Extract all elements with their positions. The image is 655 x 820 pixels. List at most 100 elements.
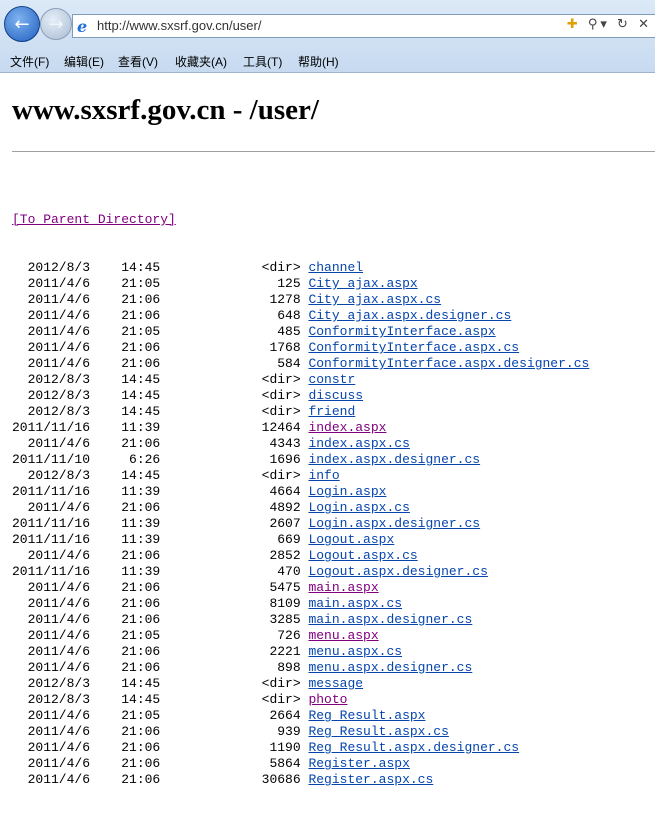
listing-row: 2011/11/16 11:39 4664 Login.aspx: [12, 484, 589, 500]
entry-meta: 2012/8/3 14:45 <dir>: [12, 372, 309, 387]
file-link[interactable]: Login.aspx: [308, 484, 386, 499]
directory-link[interactable]: info: [308, 468, 339, 483]
listing-row: 2011/4/6 21:05 125 City_ajax.aspx: [12, 276, 589, 292]
file-link[interactable]: Logout.aspx.designer.cs: [308, 564, 487, 579]
file-link[interactable]: Register.aspx.cs: [308, 772, 433, 787]
entry-meta: 2012/8/3 14:45 <dir>: [12, 260, 309, 275]
entry-meta: 2011/4/6 21:06 1190: [12, 740, 309, 755]
entry-meta: 2011/4/6 21:05 125: [12, 276, 309, 291]
directory-link[interactable]: discuss: [308, 388, 363, 403]
listing-row: 2012/8/3 14:45 <dir> info: [12, 468, 589, 484]
file-link[interactable]: Reg_Result.aspx.designer.cs: [308, 740, 519, 755]
menu-file[interactable]: 文件(F): [10, 53, 49, 70]
file-link[interactable]: Login.aspx.designer.cs: [308, 516, 480, 531]
entry-meta: 2011/4/6 21:06 2852: [12, 548, 309, 563]
entry-meta: 2011/4/6 21:06 4892: [12, 500, 309, 515]
listing-row: 2011/4/6 21:06 4343 index.aspx.cs: [12, 436, 589, 452]
directory-link[interactable]: message: [308, 676, 363, 691]
file-link[interactable]: main.aspx: [308, 580, 378, 595]
file-link[interactable]: Reg_Result.aspx: [308, 708, 425, 723]
file-link[interactable]: index.aspx.cs: [308, 436, 409, 451]
address-bar[interactable]: e http://www.sxsrf.gov.cn/user/ ✚ ⚲▾ ↻ ✕: [72, 14, 655, 38]
listing-row: 2011/4/6 21:06 3285 main.aspx.designer.c…: [12, 612, 589, 628]
listing-row: 2011/4/6 21:06 648 City_ajax.aspx.design…: [12, 308, 589, 324]
entry-meta: 2011/4/6 21:06 1278: [12, 292, 309, 307]
divider: [12, 151, 655, 152]
menu-edit[interactable]: 编辑(E): [64, 53, 104, 70]
file-link[interactable]: Login.aspx.cs: [308, 500, 409, 515]
directory-link[interactable]: photo: [308, 692, 347, 707]
listing-row: 2011/11/16 11:39 2607 Login.aspx.designe…: [12, 516, 589, 532]
entry-meta: 2011/11/16 11:39 470: [12, 564, 309, 579]
back-arrow-icon: ←: [14, 13, 30, 35]
listing-row: 2011/4/6 21:06 1768 ConformityInterface.…: [12, 340, 589, 356]
entry-meta: 2012/8/3 14:45 <dir>: [12, 404, 309, 419]
refresh-icon[interactable]: ↻: [617, 17, 631, 32]
entry-meta: 2012/8/3 14:45 <dir>: [12, 676, 309, 691]
listing-row: 2011/4/6 21:06 5475 main.aspx: [12, 580, 589, 596]
entry-meta: 2011/4/6 21:05 726: [12, 628, 309, 643]
listing-row: 2011/4/6 21:06 1278 City_ajax.aspx.cs: [12, 292, 589, 308]
address-url[interactable]: http://www.sxsrf.gov.cn/user/: [97, 18, 261, 33]
listing-row: 2012/8/3 14:45 <dir> photo: [12, 692, 589, 708]
directory-link[interactable]: channel: [308, 260, 363, 275]
entry-meta: 2011/11/16 11:39 669: [12, 532, 309, 547]
entry-meta: 2011/4/6 21:05 2664: [12, 708, 309, 723]
file-link[interactable]: Reg_Result.aspx.cs: [308, 724, 448, 739]
menu-help[interactable]: 帮助(H): [298, 53, 339, 70]
entry-meta: 2011/4/6 21:06 584: [12, 356, 309, 371]
entry-meta: 2011/4/6 21:06 1768: [12, 340, 309, 355]
file-link[interactable]: Register.aspx: [308, 756, 409, 771]
entry-meta: 2011/11/10 6:26 1696: [12, 452, 309, 467]
file-link[interactable]: Logout.aspx.cs: [308, 548, 417, 563]
entry-meta: 2012/8/3 14:45 <dir>: [12, 468, 309, 483]
listing-row: 2011/4/6 21:05 485 ConformityInterface.a…: [12, 324, 589, 340]
search-icon[interactable]: ⚲▾: [588, 17, 610, 32]
file-link[interactable]: Logout.aspx: [308, 532, 394, 547]
listing-row: 2011/11/10 6:26 1696 index.aspx.designer…: [12, 452, 589, 468]
compatibility-view-icon[interactable]: ✚: [567, 17, 581, 32]
menu-favorites[interactable]: 收藏夹(A): [175, 53, 227, 70]
entry-meta: 2011/4/6 21:06 8109: [12, 596, 309, 611]
address-tools: ✚ ⚲▾ ↻ ✕: [567, 17, 652, 32]
file-link[interactable]: menu.aspx.cs: [308, 644, 402, 659]
entry-meta: 2011/4/6 21:06 939: [12, 724, 309, 739]
file-link[interactable]: index.aspx.designer.cs: [308, 452, 480, 467]
listing-row: 2012/8/3 14:45 <dir> message: [12, 676, 589, 692]
file-link[interactable]: menu.aspx: [308, 628, 378, 643]
parent-directory-link[interactable]: [To Parent Directory]: [12, 212, 176, 227]
file-link[interactable]: menu.aspx.designer.cs: [308, 660, 472, 675]
file-link[interactable]: City_ajax.aspx.cs: [308, 292, 441, 307]
file-link[interactable]: City_ajax.aspx: [308, 276, 417, 291]
stop-icon[interactable]: ✕: [638, 17, 652, 32]
listing-row: 2012/8/3 14:45 <dir> constr: [12, 372, 589, 388]
listing-row: 2011/4/6 21:06 2852 Logout.aspx.cs: [12, 548, 589, 564]
file-link[interactable]: ConformityInterface.aspx: [308, 324, 495, 339]
listing-row: 2011/11/16 11:39 12464 index.aspx: [12, 420, 589, 436]
directory-link[interactable]: friend: [308, 404, 355, 419]
listing-row: 2011/11/16 11:39 669 Logout.aspx: [12, 532, 589, 548]
file-link[interactable]: City_ajax.aspx.designer.cs: [308, 308, 511, 323]
file-link[interactable]: index.aspx: [308, 420, 386, 435]
file-link[interactable]: main.aspx.cs: [308, 596, 402, 611]
entry-meta: 2011/4/6 21:06 898: [12, 660, 309, 675]
entry-meta: 2011/4/6 21:05 485: [12, 324, 309, 339]
menu-tools[interactable]: 工具(T): [243, 53, 282, 70]
file-link[interactable]: ConformityInterface.aspx.designer.cs: [308, 356, 589, 371]
listing-row: 2011/4/6 21:06 4892 Login.aspx.cs: [12, 500, 589, 516]
back-button[interactable]: ←: [4, 6, 40, 42]
directory-link[interactable]: constr: [308, 372, 355, 387]
entry-meta: 2011/11/16 11:39 4664: [12, 484, 309, 499]
menu-view[interactable]: 查看(V): [118, 53, 158, 70]
listing-row: 2011/4/6 21:06 939 Reg_Result.aspx.cs: [12, 724, 589, 740]
listing-row: 2011/4/6 21:06 584 ConformityInterface.a…: [12, 356, 590, 372]
forward-arrow-icon: →: [48, 13, 64, 35]
entry-meta: 2011/4/6 21:06 5475: [12, 580, 309, 595]
directory-listing: [To Parent Directory] 2012/8/3 14:45 <di…: [12, 180, 589, 820]
file-link[interactable]: ConformityInterface.aspx.cs: [308, 340, 519, 355]
file-link[interactable]: main.aspx.designer.cs: [308, 612, 472, 627]
forward-button[interactable]: →: [40, 8, 72, 40]
menu-bar: 文件(F) 编辑(E) 查看(V) 收藏夹(A) 工具(T) 帮助(H): [0, 50, 655, 72]
listing-row: 2011/4/6 21:05 726 menu.aspx: [12, 628, 589, 644]
listing-row: 2011/4/6 21:06 5864 Register.aspx: [12, 756, 589, 772]
